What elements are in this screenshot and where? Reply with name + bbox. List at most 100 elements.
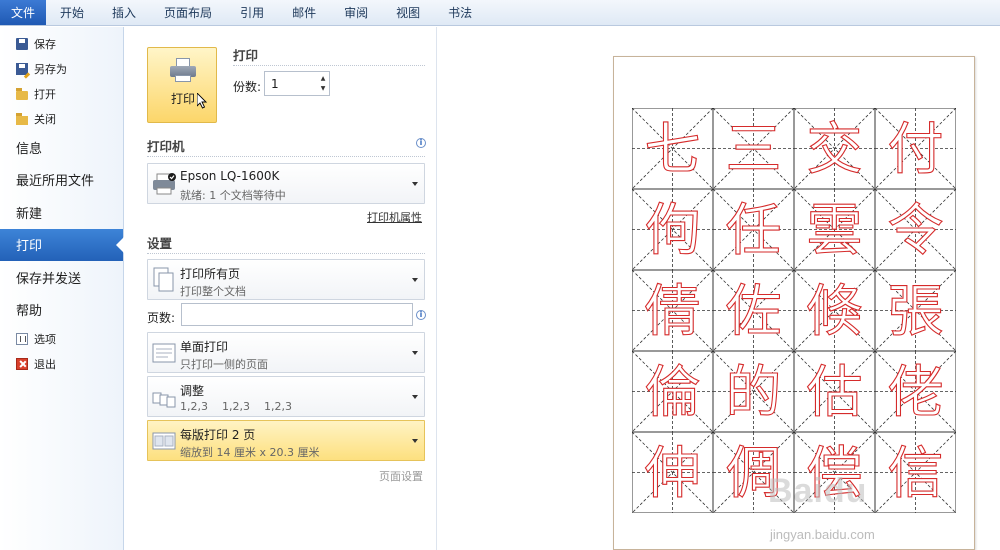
save-as-icon <box>16 62 28 75</box>
watermark-logo: Baidu <box>768 472 868 510</box>
tab-insert[interactable]: 插入 <box>98 0 150 25</box>
mouse-cursor-icon <box>197 93 207 109</box>
practice-character: 佝 <box>645 199 701 264</box>
copies-value: 1 <box>271 77 279 91</box>
sides-title: 单面打印 <box>180 340 229 354</box>
print-button-label: 打印 <box>170 92 195 106</box>
nav-save-as[interactable]: 另存为 <box>0 56 123 81</box>
practice-character: 信 <box>888 442 944 507</box>
pages-input[interactable] <box>181 303 413 326</box>
practice-character: 估 <box>807 361 863 426</box>
printer-dropdown[interactable]: Epson LQ-1600K 就绪: 1 个文档等待中 <box>147 163 425 204</box>
nav-help[interactable]: 帮助 <box>0 294 123 327</box>
nav-open-label: 打开 <box>34 87 56 101</box>
exit-icon <box>16 357 28 370</box>
practice-character: 佬 <box>888 361 944 426</box>
practice-character: 倏 <box>807 280 863 345</box>
nav-info[interactable]: 信息 <box>0 131 123 164</box>
close-folder-icon <box>16 112 28 125</box>
printer-icon <box>170 58 196 82</box>
chevron-down-icon <box>412 182 418 186</box>
print-button[interactable]: 打印 <box>147 47 217 123</box>
settings-section-title: 设置 <box>147 236 173 251</box>
nav-exit-label: 退出 <box>34 357 56 371</box>
tab-calligraphy[interactable]: 书法 <box>434 0 486 25</box>
nav-recent[interactable]: 最近所用文件 <box>0 164 123 197</box>
pages-per-sheet-subtitle: 缩放到 14 厘米 x 20.3 厘米 <box>180 446 320 459</box>
nav-save-send[interactable]: 保存并发送 <box>0 261 123 294</box>
divider <box>147 253 425 254</box>
nav-exit[interactable]: 退出 <box>0 351 123 376</box>
collate-icon <box>152 392 176 408</box>
tab-review[interactable]: 审阅 <box>330 0 382 25</box>
practice-character: 交 <box>807 118 863 183</box>
practice-character: 任 <box>726 199 782 264</box>
print-section-title: 打印 <box>233 48 259 63</box>
nav-print[interactable]: 打印 <box>0 228 124 261</box>
practice-character: 七 <box>645 118 701 183</box>
printer-section-title: 打印机 <box>147 139 185 154</box>
open-folder-icon <box>16 87 28 100</box>
nav-close-label: 关闭 <box>34 112 56 126</box>
nav-save-as-label: 另存为 <box>34 62 67 76</box>
nav-new[interactable]: 新建 <box>0 196 123 229</box>
one-sided-icon <box>152 343 176 363</box>
printer-icon <box>153 173 176 195</box>
pages-per-sheet-title: 每版打印 2 页 <box>180 428 256 442</box>
print-range-dropdown[interactable]: 打印所有页 打印整个文档 <box>147 259 425 300</box>
copies-stepper[interactable]: 1 ▲ ▼ <box>264 71 330 96</box>
printer-status: 就绪: 1 个文档等待中 <box>180 189 286 202</box>
nav-options[interactable]: 选项 <box>0 326 123 351</box>
collate-dropdown[interactable]: 调整 1,2,3 1,2,3 1,2,3 <box>147 376 425 417</box>
collate-title: 调整 <box>180 384 205 398</box>
tab-mailings[interactable]: 邮件 <box>278 0 330 25</box>
save-icon <box>16 37 28 50</box>
pages-icon <box>153 267 174 292</box>
nav-save[interactable]: 保存 <box>0 31 123 56</box>
ribbon-tab-bar: 文件 开始 插入 页面布局 引用 邮件 审阅 视图 书法 <box>0 0 1000 26</box>
practice-character: 的 <box>726 361 782 426</box>
practice-character: 令 <box>888 199 944 264</box>
sides-subtitle: 只打印一侧的页面 <box>180 358 268 371</box>
chevron-down-icon <box>412 351 418 355</box>
pages-label: 页数: <box>147 311 176 325</box>
tab-file[interactable]: 文件 <box>0 0 47 25</box>
nav-save-label: 保存 <box>34 37 56 51</box>
spin-down-icon[interactable]: ▼ <box>318 83 328 94</box>
practice-character: 付 <box>888 118 944 183</box>
watermark-url: jingyan.baidu.com <box>770 527 875 542</box>
divider <box>147 156 425 157</box>
divider <box>233 65 425 66</box>
tab-references[interactable]: 引用 <box>226 0 278 25</box>
pages-per-sheet-dropdown[interactable]: 每版打印 2 页 缩放到 14 厘米 x 20.3 厘米 <box>147 420 425 461</box>
tab-view[interactable]: 视图 <box>382 0 434 25</box>
tab-page-layout[interactable]: 页面布局 <box>150 0 226 25</box>
print-preview-area: 七三交付佝任雲令倩佐倏張倫的估佬伸倜偿信 Baidu jingyan.baidu… <box>438 27 1000 550</box>
nav-open[interactable]: 打开 <box>0 81 123 106</box>
printer-name: Epson LQ-1600K <box>180 169 280 183</box>
print-settings-panel: 打印 打印 份数: 1 ▲ ▼ 打印机 i Epson LQ-1600K 就绪:… <box>125 27 437 550</box>
chevron-down-icon <box>412 278 418 282</box>
practice-character: 伸 <box>645 442 701 507</box>
practice-character: 三 <box>726 118 782 183</box>
tab-home[interactable]: 开始 <box>46 0 98 25</box>
practice-character: 張 <box>888 280 944 345</box>
collate-subtitle: 1,2,3 1,2,3 1,2,3 <box>180 400 292 413</box>
practice-character: 雲 <box>807 199 863 264</box>
print-range-title: 打印所有页 <box>180 267 241 281</box>
copies-label: 份数: <box>233 80 262 94</box>
options-icon <box>16 332 28 345</box>
chevron-down-icon <box>412 439 418 443</box>
info-icon[interactable]: i <box>416 138 426 148</box>
chevron-down-icon <box>412 395 418 399</box>
nav-close[interactable]: 关闭 <box>0 106 123 131</box>
print-range-subtitle: 打印整个文档 <box>180 285 246 298</box>
practice-character: 佐 <box>726 280 782 345</box>
sides-dropdown[interactable]: 单面打印 只打印一侧的页面 <box>147 332 425 373</box>
practice-character: 倩 <box>645 280 701 345</box>
practice-character: 倫 <box>645 361 701 426</box>
info-icon[interactable]: i <box>416 310 426 320</box>
page-setup-link[interactable]: 页面设置 <box>379 468 423 484</box>
nav-options-label: 选项 <box>34 332 56 346</box>
printer-properties-link[interactable]: 打印机属性 <box>367 209 422 225</box>
